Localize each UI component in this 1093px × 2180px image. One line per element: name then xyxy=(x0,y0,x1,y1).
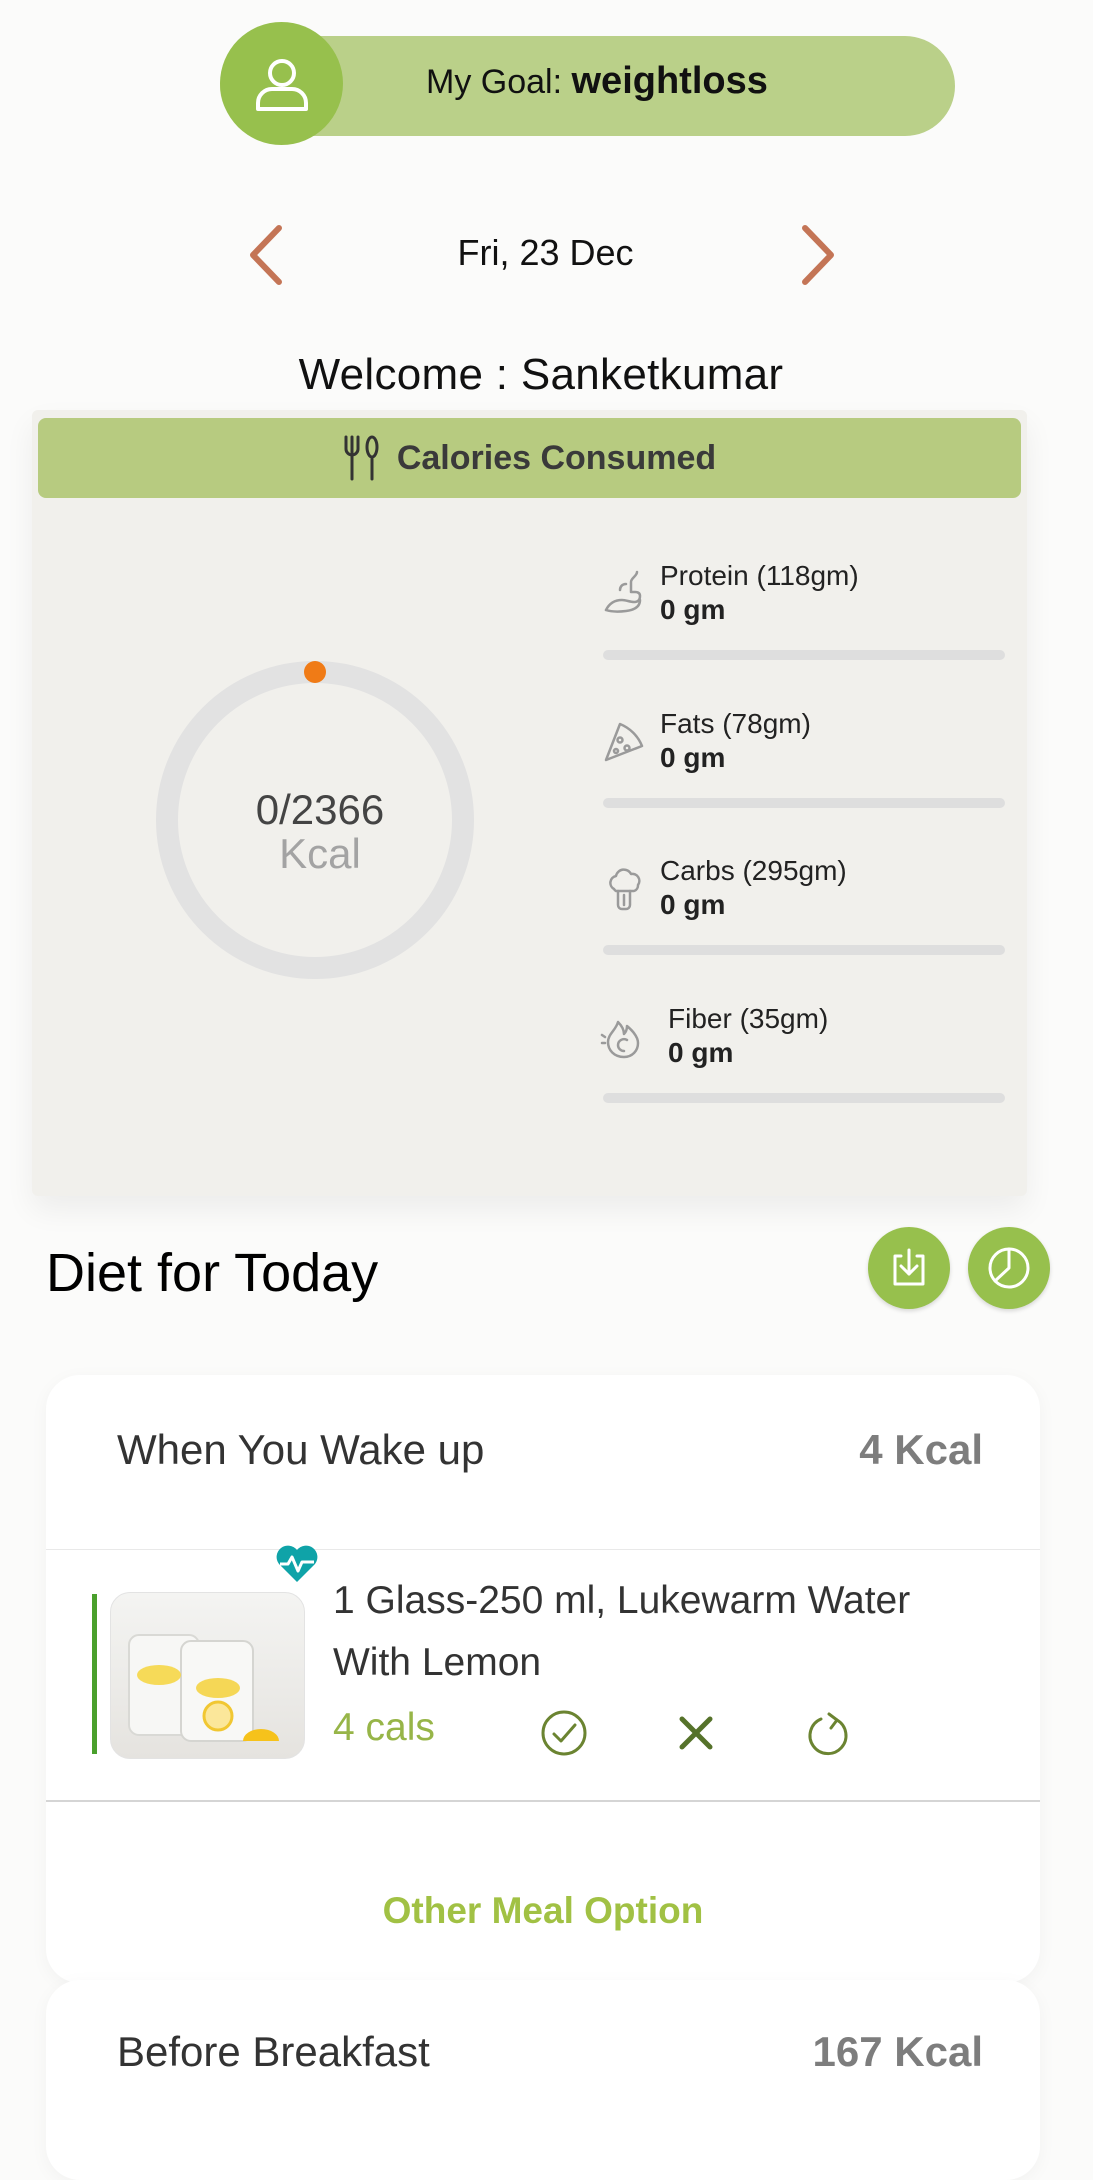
divider xyxy=(46,1800,1040,1802)
macro-label: Protein (118gm) xyxy=(660,560,859,591)
avatar[interactable] xyxy=(220,22,343,145)
diet-chart-button[interactable] xyxy=(968,1227,1050,1309)
diet-section-title: Diet for Today xyxy=(46,1243,379,1303)
fork-knife-icon xyxy=(344,435,379,481)
chevron-right-icon xyxy=(802,225,834,285)
download-icon xyxy=(893,1248,925,1286)
calories-header: Calories Consumed xyxy=(38,418,1021,498)
meal-card xyxy=(46,1980,1040,2180)
macro-value: 0 gm xyxy=(660,594,726,625)
mark-eaten-button[interactable] xyxy=(536,1705,592,1761)
broccoli-icon xyxy=(609,868,641,911)
macro-label: Fiber (35gm) xyxy=(668,1003,829,1034)
pie-chart-icon xyxy=(988,1247,1030,1289)
meal-kcal: 167 Kcal xyxy=(812,2028,983,2075)
other-meal-option-button[interactable]: Other Meal Option xyxy=(46,1890,1040,1932)
lemon-water-illustration xyxy=(128,1634,279,1742)
replace-item-button[interactable] xyxy=(800,1705,856,1761)
macro-label: Carbs (295gm) xyxy=(660,855,847,886)
close-icon xyxy=(679,1716,713,1750)
muscle-arm-icon xyxy=(604,570,642,613)
meal-kcal: 4 Kcal xyxy=(859,1426,983,1473)
calories-header-label: Calories Consumed xyxy=(396,438,717,477)
macro-value: 0 gm xyxy=(660,889,726,920)
meal-name: When You Wake up xyxy=(117,1426,485,1473)
welcome-heading: Welcome : Sanketkumar xyxy=(298,350,784,399)
heart-pulse-icon xyxy=(276,1545,318,1582)
next-day-button[interactable] xyxy=(788,215,848,295)
meal-name: Before Breakfast xyxy=(117,2028,430,2075)
macro-progress-bar xyxy=(603,945,1005,955)
calorie-progress-dot xyxy=(304,661,326,683)
macro-label: Fats (78gm) xyxy=(660,708,811,739)
food-item-cals: 4 cals xyxy=(333,1706,435,1749)
download-diet-button[interactable] xyxy=(868,1227,950,1309)
macro-value: 0 gm xyxy=(668,1037,734,1068)
calories-unit: Kcal xyxy=(279,830,361,877)
macro-progress-bar xyxy=(603,650,1005,660)
check-circle-icon xyxy=(541,1710,587,1756)
current-date: Fri, 23 Dec xyxy=(457,232,634,273)
calories-consumed-value: 0/2366 xyxy=(255,786,385,833)
food-item-name: 1 Glass-250 ml, Lukewarm Water With Lemo… xyxy=(333,1579,911,1684)
divider xyxy=(46,1549,1040,1550)
macro-value: 0 gm xyxy=(660,742,726,773)
macro-progress-bar xyxy=(603,1093,1005,1103)
pizza-slice-icon xyxy=(604,722,644,762)
refresh-icon xyxy=(808,1712,848,1756)
fiber-swirl-icon xyxy=(600,1020,640,1059)
user-icon xyxy=(255,58,308,111)
macro-progress-bar xyxy=(603,798,1005,808)
health-badge xyxy=(274,1544,320,1584)
goal-value: weightloss xyxy=(571,60,768,102)
food-image xyxy=(110,1592,305,1759)
food-item-accent xyxy=(92,1594,97,1754)
goal-label: My Goal: weightloss xyxy=(426,60,768,103)
skip-item-button[interactable] xyxy=(668,1705,724,1761)
goal-prefix: My Goal: xyxy=(426,63,563,101)
